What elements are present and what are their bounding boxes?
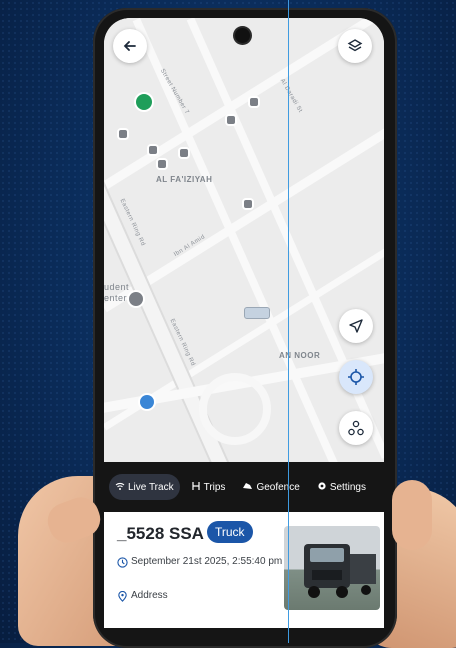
guide-line [288, 0, 289, 643]
interchange [199, 373, 271, 445]
tab-geofence[interactable]: Geofence [236, 474, 305, 500]
place-marker-icon[interactable] [140, 395, 154, 409]
district-label: AL FA'IZIYAH [156, 175, 213, 184]
timestamp-row: September 21st 2025, 2:55:40 pm [117, 556, 286, 568]
my-location-button[interactable] [339, 360, 373, 394]
bottom-tab-bar: Live Track Trips Geofence Settings [104, 462, 384, 512]
clock-icon [117, 557, 128, 568]
tab-trips[interactable]: Trips [185, 474, 232, 500]
tab-settings[interactable]: Settings [311, 474, 372, 500]
tab-label: Geofence [256, 481, 300, 493]
geofence-icon [242, 481, 253, 494]
right-thumb [392, 480, 432, 550]
front-camera [235, 28, 250, 43]
poi-marker[interactable] [227, 116, 235, 124]
wifi-icon [115, 481, 125, 494]
truck-image [304, 544, 376, 598]
place-marker-icon[interactable] [129, 292, 143, 306]
gear-icon [317, 481, 327, 494]
navigate-button[interactable] [339, 309, 373, 343]
layers-icon [347, 39, 363, 52]
vehicle-plate: _5528 SSA [117, 524, 204, 543]
vehicle-info-card[interactable]: _5528 SSA Truck September 21st 2025, 2:5… [104, 512, 384, 628]
poi-marker[interactable] [250, 98, 258, 106]
poi-marker[interactable] [119, 130, 127, 138]
vehicle-marker-icon[interactable] [244, 307, 270, 319]
vehicle-photo [284, 526, 380, 610]
map-layers-button[interactable] [338, 29, 372, 63]
crosshair-icon [348, 369, 364, 385]
route-icon [191, 481, 201, 494]
cluster-button[interactable] [339, 411, 373, 445]
address-row: Address [117, 590, 286, 602]
vehicle-timestamp: September 21st 2025, 2:55:40 pm [131, 556, 283, 567]
circles-icon [348, 420, 364, 436]
district-label: AN NOOR [279, 351, 321, 360]
poi-marker[interactable] [149, 146, 157, 154]
place-label: udent enter [104, 282, 130, 303]
location-pin-icon [118, 591, 127, 602]
poi-marker[interactable] [244, 200, 252, 208]
tab-label: Trips [203, 481, 226, 493]
road-label: Al Daradi St [278, 78, 304, 114]
back-button[interactable] [113, 29, 147, 63]
tab-label: Settings [329, 481, 366, 493]
favorite-place-icon[interactable] [136, 94, 152, 110]
vehicle-address: Address [131, 590, 168, 601]
navigation-arrow-icon [349, 319, 363, 333]
arrow-left-icon [123, 41, 136, 51]
tab-live-track[interactable]: Live Track [109, 474, 180, 500]
poi-marker[interactable] [180, 149, 188, 157]
poi-marker[interactable] [158, 160, 166, 168]
vehicle-type-badge: Truck [207, 521, 253, 543]
tab-label: Live Track [128, 481, 174, 493]
